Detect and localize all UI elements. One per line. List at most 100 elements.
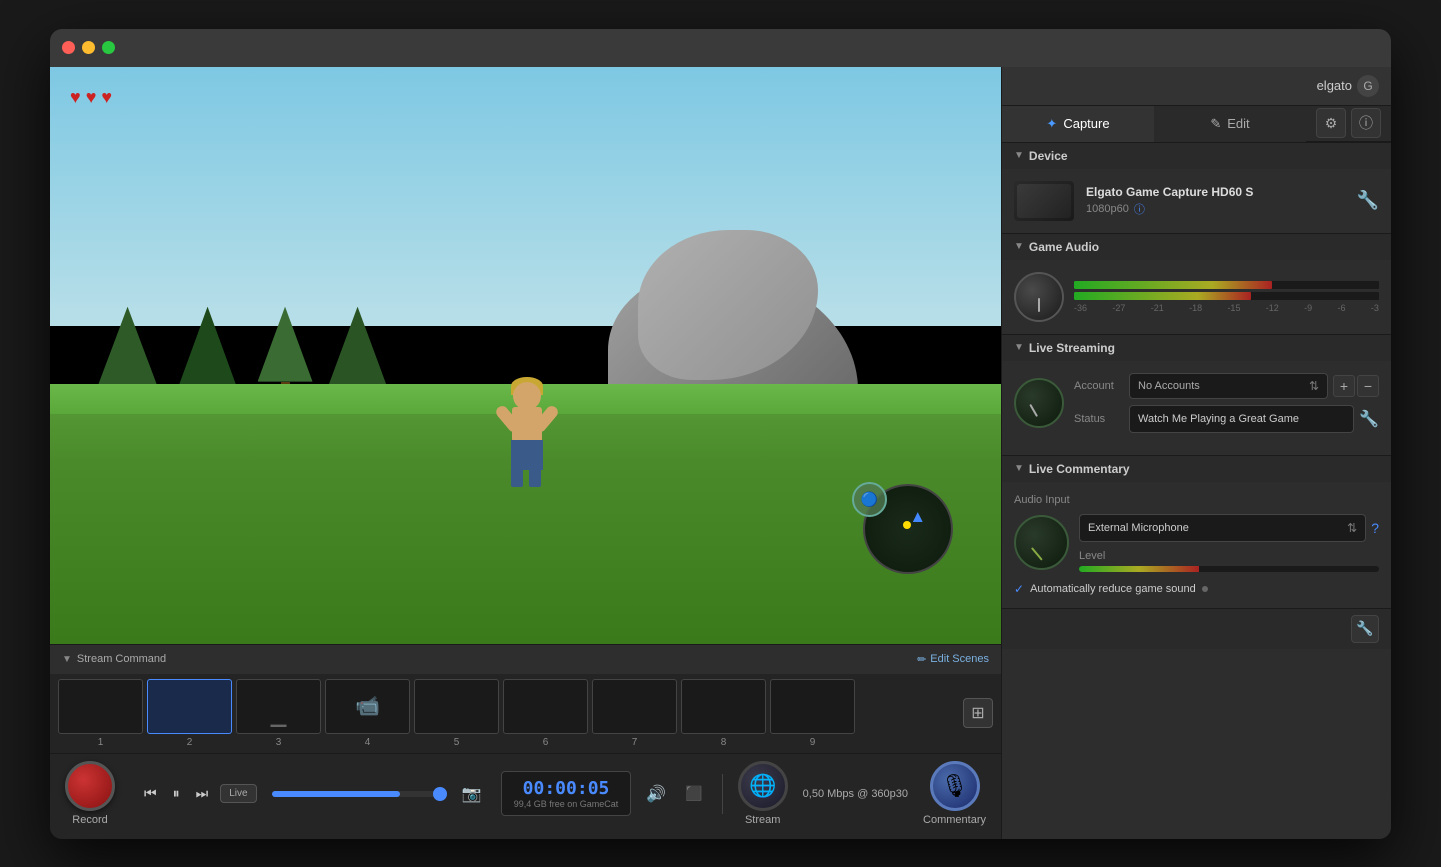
meter-label-5: -15 [1227,303,1240,313]
stream-command-label: Stream Command [77,653,166,665]
record-section: Record [65,761,115,826]
thumb-num-8: 8 [721,737,727,748]
scene-thumbnails: 1 2 ▬▬ 3 [50,674,1001,754]
tab-edit[interactable]: ✎ Edit [1154,106,1306,142]
live-streaming-title: Live Streaming [1029,341,1115,355]
edit-icon: ✎ [1210,116,1221,132]
live-commentary-content: Audio Input External Microphone ⇅ [1002,482,1391,608]
tree-top [258,307,313,382]
screenshot-button[interactable]: 📷 [458,780,486,808]
rewind-button[interactable]: ⏮ [140,781,161,806]
elgato-icon: G [1363,79,1372,93]
timecode: 00:00:05 [514,778,619,799]
progress-fill [272,791,400,797]
progress-bar[interactable] [272,791,443,797]
level-fill [1079,566,1199,572]
record-button[interactable] [65,761,115,811]
scene-thumb-2[interactable]: 2 [147,679,232,748]
remove-account-button[interactable]: − [1357,375,1379,397]
char-arm-right [532,404,560,435]
meter-label-7: -9 [1304,303,1312,313]
thumb-img-7[interactable] [592,679,677,734]
thumb-img-1[interactable] [58,679,143,734]
auto-reduce-row: ✓ Automatically reduce game sound [1014,582,1379,596]
tab-actions: ⚙ ⓘ [1306,106,1391,142]
add-scene-button[interactable]: ⊞ [963,698,993,728]
transport-bar: Record ⏮ ⏸ ⏭ Live 📷 [50,754,1001,834]
scene-thumb-5[interactable]: 5 [414,679,499,748]
audio-knob[interactable] [1014,272,1064,322]
audio-input-label-row: Audio Input [1014,494,1379,506]
char-arm-left [494,404,522,435]
audio-meter-container: -36 -27 -21 -18 -15 -12 -9 -6 -3 [1014,272,1379,322]
thumb-img-6[interactable] [503,679,588,734]
commentary-section: 🎙 Commentary [923,761,986,826]
checkbox-icon[interactable]: ✓ [1014,582,1024,596]
streaming-wrench-button[interactable]: 🔧 [1359,409,1379,429]
ls-knob[interactable] [1014,378,1064,428]
thumb-img-9[interactable] [770,679,855,734]
scene-thumb-4[interactable]: 4 [325,679,410,748]
meter-fill-2 [1074,292,1251,300]
auto-reduce-label: Automatically reduce game sound [1030,583,1196,595]
play-pause-button[interactable]: ⏸ [169,781,184,806]
lc-knob[interactable] [1014,515,1069,570]
resolution-text: 1080p60 [1086,203,1129,215]
maximize-button[interactable] [102,41,115,54]
audio-input-select[interactable]: External Microphone ⇅ [1079,514,1366,542]
tab-capture[interactable]: ✦ Capture [1002,106,1154,142]
audio-input-select-row: External Microphone ⇅ ? [1079,514,1379,542]
thumb-img-8[interactable] [681,679,766,734]
microphone-icon: 🎙 [941,773,969,799]
account-select[interactable]: No Accounts ⇅ [1129,373,1328,399]
level-row: Level [1079,550,1379,572]
game-audio-content: -36 -27 -21 -18 -15 -12 -9 -6 -3 [1002,260,1391,334]
meter-bar-row-2 [1074,292,1379,300]
stream-button[interactable]: 🌐 [738,761,788,811]
minimize-button[interactable] [82,41,95,54]
scene-thumb-3[interactable]: ▬▬ 3 [236,679,321,748]
scene-thumb-7[interactable]: 7 [592,679,677,748]
tree-top [98,307,158,387]
scene-thumb-1[interactable]: 1 [58,679,143,748]
live-button[interactable]: Live [220,784,256,803]
meter-bar-row-1 [1074,281,1379,289]
stream-label: Stream [745,814,780,826]
thumb-img-5[interactable] [414,679,499,734]
storage-info: 99,4 GB free on GameCat [514,799,619,809]
fast-forward-button[interactable]: ⏭ [192,781,213,806]
fullscreen-button[interactable]: ⬛ [681,781,706,806]
add-account-button[interactable]: + [1333,375,1355,397]
audio-select-arrows: ⇅ [1347,521,1357,535]
meter-label-3: -21 [1151,303,1164,313]
transport-controls: ⏮ ⏸ ⏭ Live [140,781,257,806]
commentary-button[interactable]: 🎙 [930,761,980,811]
settings-button[interactable]: ⚙ [1316,108,1346,138]
edit-scenes-button[interactable]: ✏ Edit Scenes [917,653,989,666]
edit-tab-label: Edit [1227,116,1249,131]
scene-item-group: 1 2 ▬▬ 3 [58,679,959,748]
info-button[interactable]: ⓘ [1351,108,1381,138]
lc-controls: External Microphone ⇅ ? Level [1079,514,1379,572]
game-audio-section: ▼ Game Audio [1002,234,1391,335]
status-field[interactable]: Watch Me Playing a Great Game [1129,405,1354,433]
device-info-icon[interactable]: ⓘ [1134,201,1145,217]
dot-indicator [1202,586,1208,592]
char-leg-left [511,467,523,487]
scene-thumb-9[interactable]: 9 [770,679,855,748]
title-bar [50,29,1391,67]
elgato-logo: elgato G [1317,75,1379,97]
help-icon[interactable]: ? [1371,520,1379,536]
live-commentary-section: ▼ Live Commentary Audio Input [1002,456,1391,609]
scene-thumb-8[interactable]: 8 [681,679,766,748]
bottom-tool-button[interactable]: 🔧 [1351,615,1379,643]
thumb-img-4[interactable] [325,679,410,734]
scene-thumb-6[interactable]: 6 [503,679,588,748]
volume-icon[interactable]: 🔊 [646,784,666,804]
char-legs [511,467,541,487]
device-wrench-button[interactable]: 🔧 [1357,190,1379,211]
thumb-img-2[interactable] [147,679,232,734]
close-button[interactable] [62,41,75,54]
meter-label-1: -36 [1074,303,1087,313]
thumb-img-3[interactable]: ▬▬ [236,679,321,734]
